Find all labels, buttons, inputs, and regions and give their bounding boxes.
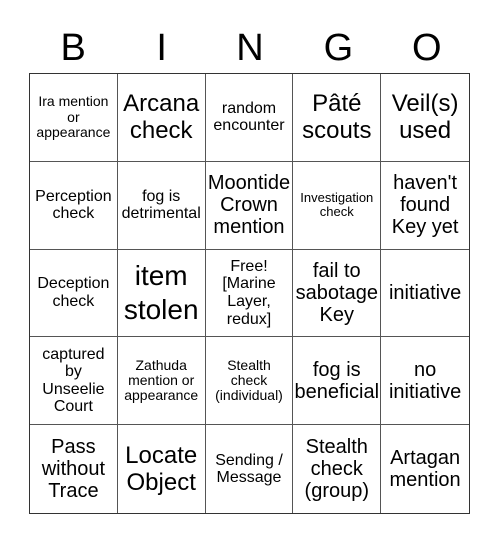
bingo-cell-text: Investigation check xyxy=(300,189,374,220)
bingo-board: Ira mention or appearance Arcana check ran… xyxy=(29,73,470,514)
bingo-cell[interactable]: Locate Object xyxy=(118,425,206,513)
bingo-cell-text: Zathuda mention or appearance xyxy=(124,356,199,404)
bingo-cell[interactable]: Artagan mention xyxy=(381,425,469,513)
bingo-cell[interactable]: Investigation check xyxy=(293,161,382,250)
bingo-cell-text: no initiative xyxy=(388,358,462,403)
bingo-cell[interactable]: Deception check xyxy=(30,249,118,338)
bingo-cell[interactable]: Stealth check (group) xyxy=(293,425,382,513)
bingo-cell-text: fog is beneficial xyxy=(294,358,380,403)
bingo-cell-text: Deception check xyxy=(37,275,110,310)
bingo-cell-text: Free! [Marine Layer, redux] xyxy=(222,257,276,328)
bingo-cell-text: Locate Object xyxy=(125,441,198,497)
bingo-cell-text: item stolen xyxy=(123,260,199,325)
bingo-cell[interactable]: fail to sabotage Key xyxy=(293,249,382,338)
bingo-cell-text: Stealth check (individual) xyxy=(215,356,283,404)
bingo-cell-text: Arcana check xyxy=(123,89,200,145)
bingo-cell[interactable]: initiative xyxy=(381,250,469,338)
bingo-cell-text: Sending / Message xyxy=(215,451,283,487)
header-letter-b: B xyxy=(60,27,86,69)
bingo-cell-text: Moontide Crown mention xyxy=(207,172,291,239)
bingo-cell-text: haven't found Key yet xyxy=(391,172,459,239)
bingo-cell[interactable]: Moontide Crown mention xyxy=(205,161,294,250)
bingo-cell-text: Artagan mention xyxy=(389,447,461,492)
bingo-cell[interactable]: Veil(s) used xyxy=(381,74,469,162)
bingo-cell[interactable]: captured by Unseelie Court xyxy=(30,337,118,426)
bingo-cell[interactable]: Zathuda mention or appearance xyxy=(117,337,206,426)
bingo-cell-text: random encounter xyxy=(213,99,285,135)
bingo-cell-text: fog is detrimental xyxy=(121,187,201,223)
bingo-cell[interactable]: fog is beneficial xyxy=(293,337,382,426)
bingo-cell[interactable]: Arcana check xyxy=(117,74,206,162)
header-letter-n: N xyxy=(236,27,264,69)
bingo-cell-text: Pâté scouts xyxy=(302,89,372,145)
bingo-cell-text: fail to sabotage Key xyxy=(295,259,378,326)
bingo-cell[interactable]: Pass without Trace xyxy=(30,425,118,513)
bingo-cell-text: Perception check xyxy=(35,187,112,223)
header-letter-g: G xyxy=(323,27,354,69)
bingo-cell[interactable]: Free! [Marine Layer, redux] xyxy=(205,249,294,338)
bingo-cell[interactable]: fog is detrimental xyxy=(117,161,206,250)
bingo-cell[interactable]: random encounter xyxy=(205,74,294,162)
bingo-cell[interactable]: no initiative xyxy=(381,337,469,426)
header-letter-o: O xyxy=(412,27,442,69)
bingo-cell[interactable]: Sending / Message xyxy=(206,425,294,513)
bingo-cell[interactable]: haven't found Key yet xyxy=(381,162,469,250)
bingo-cell[interactable]: Perception check xyxy=(30,161,118,250)
bingo-cell[interactable]: Stealth check (individual) xyxy=(205,337,294,426)
bingo-cell-text: Veil(s) used xyxy=(391,89,459,145)
header-letter-i: I xyxy=(156,27,167,69)
bingo-cell-text: initiative xyxy=(388,281,462,304)
bingo-cell-text: Ira mention or appearance xyxy=(36,93,111,141)
bingo-cell-text: captured by Unseelie Court xyxy=(42,345,105,416)
bingo-cell-text: Stealth check (group) xyxy=(304,436,370,503)
bingo-cell[interactable]: Pâté scouts xyxy=(293,74,382,162)
bingo-cell-text: Pass without Trace xyxy=(41,436,106,503)
bingo-cell[interactable]: Ira mention or appearance xyxy=(30,74,118,162)
bingo-header: B I N G O xyxy=(29,22,471,74)
bingo-cell[interactable]: item stolen xyxy=(117,249,206,338)
